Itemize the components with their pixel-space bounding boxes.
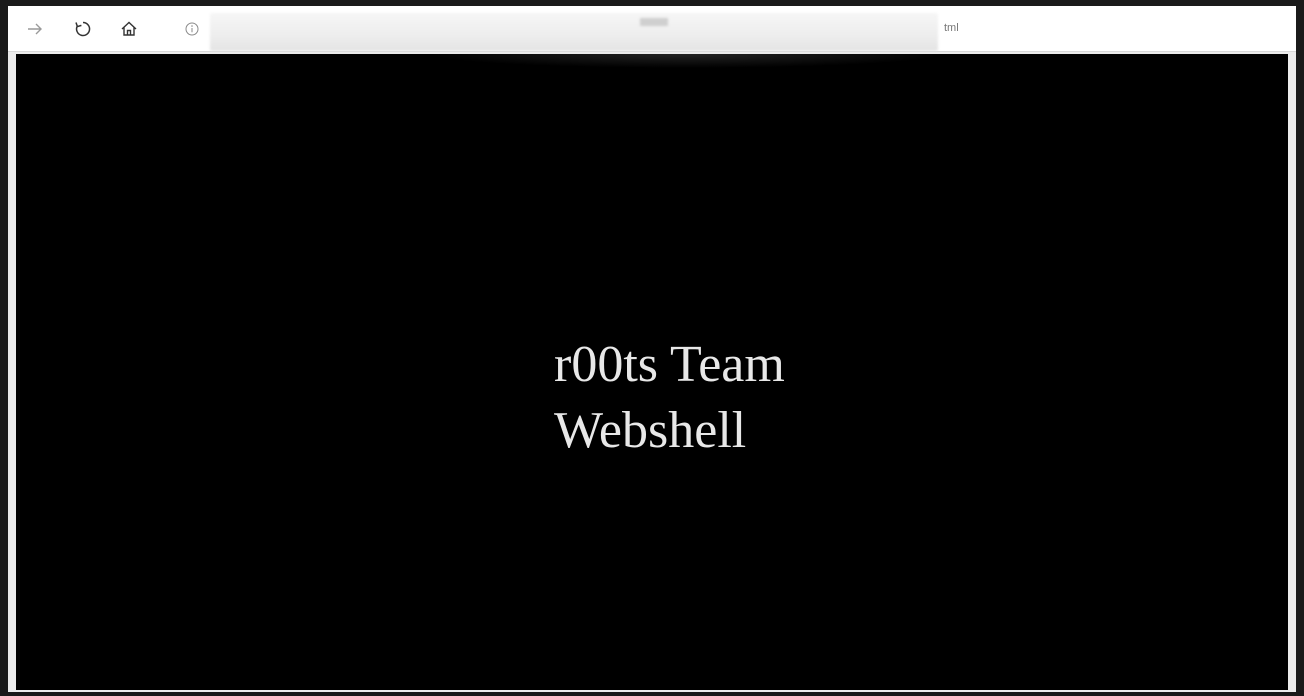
title-line-1: r00ts Team [554,336,785,393]
home-icon[interactable] [116,16,142,42]
refresh-icon[interactable] [70,16,96,42]
url-redacted [210,13,938,51]
browser-toolbar: tml [8,6,1296,52]
webshell-title: r00ts Team Webshell [554,332,785,464]
browser-window: tml r00ts Team Webshell [8,6,1296,692]
address-bar[interactable]: tml [174,12,1284,51]
url-text: tml [944,22,959,34]
page-viewport: r00ts Team Webshell [16,54,1288,690]
arrow-right-icon[interactable] [22,16,48,42]
info-icon[interactable] [184,21,200,37]
toolbar-shadow [426,54,946,68]
title-line-2: Webshell [554,402,747,459]
